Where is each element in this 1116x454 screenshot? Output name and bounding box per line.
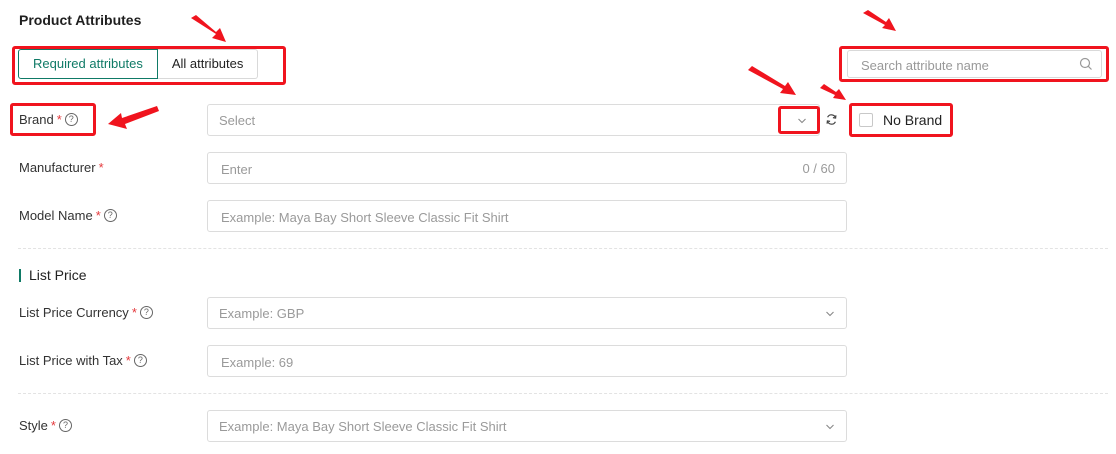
arrow-icon	[191, 15, 226, 42]
arrow-icon	[748, 66, 796, 95]
arrow-icon	[108, 106, 159, 129]
arrow-icon	[863, 10, 896, 31]
annotation-arrows	[108, 10, 896, 129]
arrow-icon	[820, 84, 846, 100]
